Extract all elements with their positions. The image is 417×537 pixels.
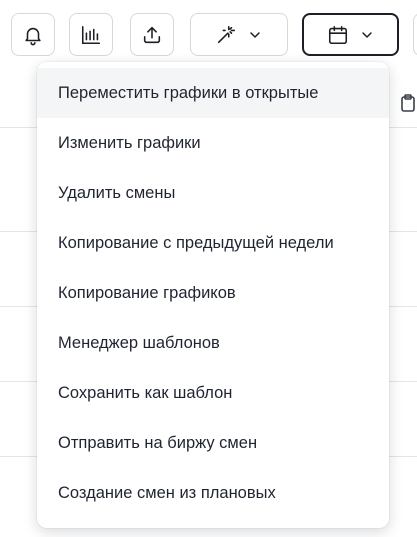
magic-wand-icon [215,24,237,46]
bar-chart-icon [80,24,102,46]
schedule-actions-button[interactable] [302,13,399,56]
export-button[interactable] [130,13,174,56]
bell-icon [22,24,44,46]
menu-item-create-from-planned[interactable]: Создание смен из плановых [37,468,389,518]
menu-item-save-as-template[interactable]: Сохранить как шаблон [37,368,389,418]
upload-icon [141,24,163,46]
menu-item-template-manager[interactable]: Менеджер шаблонов [37,318,389,368]
menu-item-send-to-shift-exchange[interactable]: Отправить на биржу смен [37,418,389,468]
toolbar-button[interactable] [413,13,417,56]
menu-item-edit-schedules[interactable]: Изменить графики [37,118,389,168]
menu-item-copy-previous-week[interactable]: Копирование с предыдущей недели [37,218,389,268]
calendar-icon [327,24,349,46]
auto-schedule-button[interactable] [190,13,288,56]
chevron-down-icon [359,27,375,43]
app-screen: Переместить графики в открытые Изменить … [0,0,417,537]
notifications-button[interactable] [11,13,55,56]
menu-item-move-to-open[interactable]: Переместить графики в открытые [37,68,389,118]
schedule-actions-menu: Переместить графики в открытые Изменить … [37,62,389,528]
menu-item-delete-shifts[interactable]: Удалить смены [37,168,389,218]
chevron-down-icon [247,27,263,43]
clipboard-icon[interactable] [400,94,416,117]
reports-button[interactable] [69,13,113,56]
menu-item-copy-schedules[interactable]: Копирование графиков [37,268,389,318]
